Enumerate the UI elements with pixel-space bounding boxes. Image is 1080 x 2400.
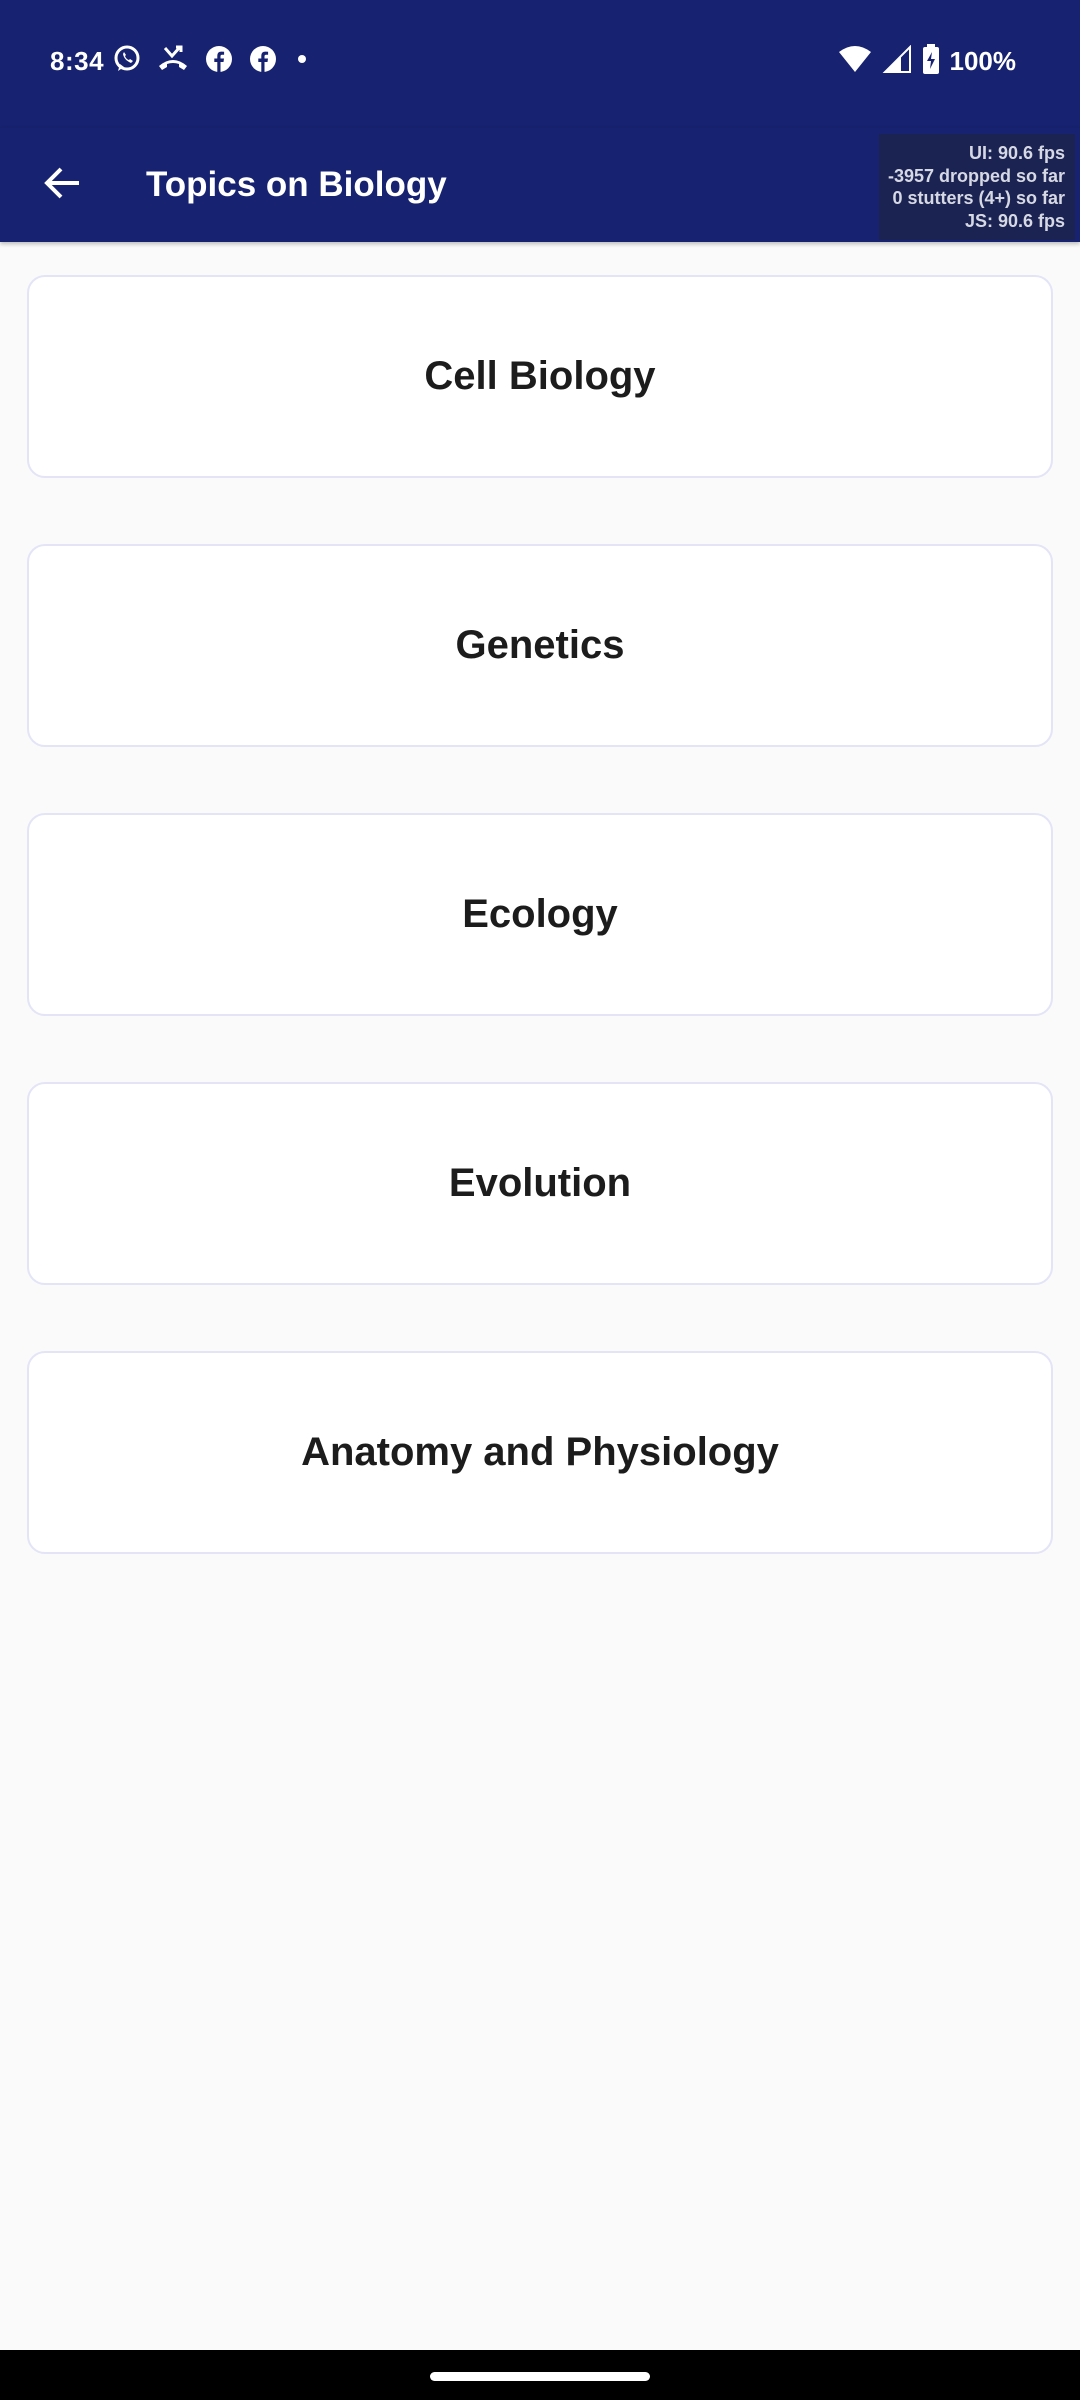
system-icons: 100% <box>838 44 1017 79</box>
dot-icon <box>292 44 312 74</box>
wifi-icon <box>838 45 872 78</box>
topic-card-ecology[interactable]: Ecology <box>27 813 1053 1016</box>
facebook-icon <box>248 44 278 74</box>
topic-label: Genetics <box>455 623 625 667</box>
missed-call-icon <box>156 44 190 74</box>
topic-card-cell-biology[interactable]: Cell Biology <box>27 275 1053 478</box>
facebook-icon <box>204 44 234 74</box>
topic-label: Cell Biology <box>424 354 656 398</box>
topic-card-anatomy-and-physiology[interactable]: Anatomy and Physiology <box>27 1351 1053 1554</box>
perf-overlay: UI: 90.6 fps -3957 dropped so far 0 stut… <box>879 134 1075 240</box>
back-button[interactable] <box>22 145 102 225</box>
signal-icon <box>882 44 912 78</box>
notification-icons <box>112 44 312 74</box>
topic-label: Ecology <box>462 892 618 936</box>
battery-percent: 100% <box>949 46 1017 76</box>
battery-icon <box>922 44 940 79</box>
topic-card-evolution[interactable]: Evolution <box>27 1082 1053 1285</box>
topic-list: Cell Biology Genetics Ecology Evolution … <box>27 275 1053 1620</box>
topic-label: Evolution <box>448 1161 632 1205</box>
status-time: 8:34 <box>50 46 105 76</box>
perf-ui-fps: UI: 90.6 fps <box>968 143 1065 163</box>
arrow-left-icon <box>43 166 81 205</box>
topic-card-genetics[interactable]: Genetics <box>27 544 1053 747</box>
home-gesture-handle[interactable] <box>430 2372 650 2381</box>
perf-js-fps: JS: 90.6 fps <box>964 210 1065 231</box>
perf-stutters: 0 stutters (4+) so far <box>892 188 1065 208</box>
perf-dropped: -3957 dropped so far <box>887 165 1065 186</box>
topic-label: Anatomy and Physiology <box>301 1430 779 1474</box>
page-title: Topics on Biology <box>146 165 447 204</box>
status-bar: 8:34 100% <box>0 0 1080 128</box>
whatsapp-icon <box>112 44 142 74</box>
navigation-bar <box>0 2350 1080 2400</box>
